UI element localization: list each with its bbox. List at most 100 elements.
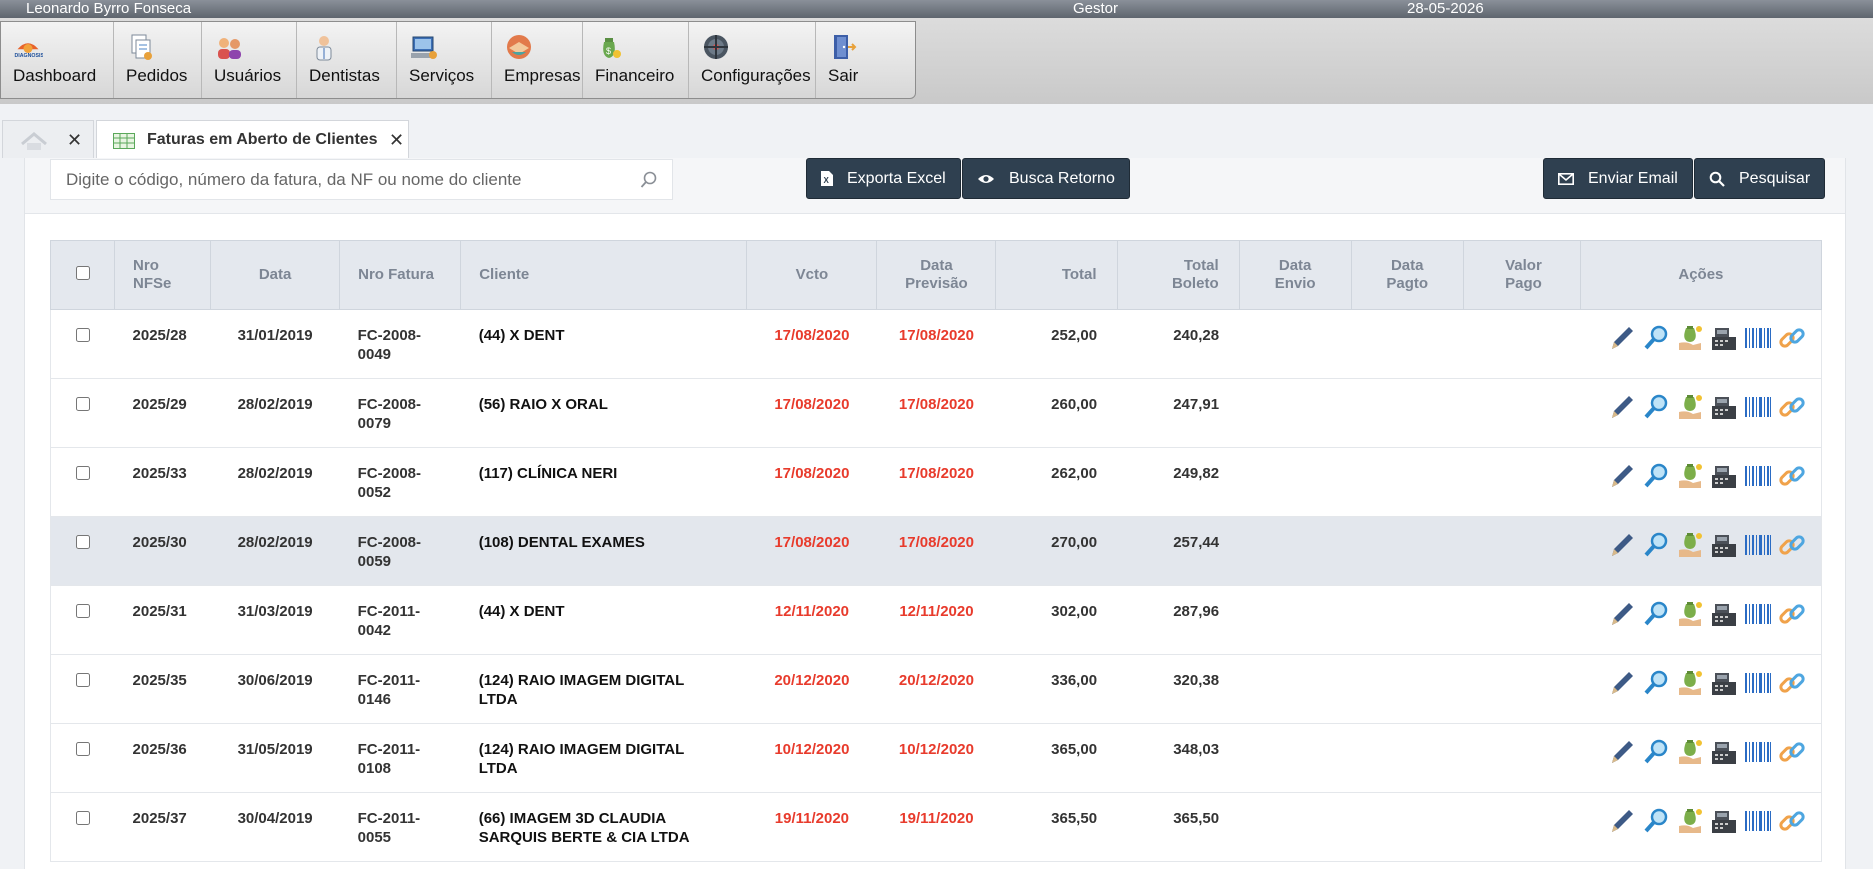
home-icon[interactable]: [19, 131, 49, 151]
row-checkbox[interactable]: [75, 742, 90, 756]
magnifier-icon[interactable]: [1641, 323, 1671, 353]
cash-register-icon[interactable]: [1709, 530, 1739, 560]
row-select-cell: [49, 585, 115, 655]
computer-icon: [411, 36, 437, 59]
tab-faturas-em-aberto[interactable]: Faturas em Aberto de Clientes ✕: [96, 120, 409, 158]
menu-item-financeiro[interactable]: $ Financeiro: [583, 22, 689, 98]
cash-register-icon[interactable]: [1709, 392, 1739, 422]
enviar-email-button[interactable]: Enviar Email: [1543, 158, 1693, 199]
table-row[interactable]: 2025/35 30/06/2019 FC-2011- 0146 (124) RAIO …: [49, 654, 1823, 724]
search-input[interactable]: [51, 160, 611, 199]
pencil-icon[interactable]: [1607, 323, 1637, 353]
row-checkbox[interactable]: [75, 535, 90, 549]
pencil-icon[interactable]: [1607, 461, 1637, 491]
money-bag-icon[interactable]: [1675, 323, 1705, 353]
tab-home[interactable]: ✕: [2, 120, 94, 158]
select-all-checkbox[interactable]: [75, 265, 90, 280]
money-bag-icon[interactable]: [1675, 806, 1705, 836]
link-icon[interactable]: [1777, 461, 1807, 491]
close-icon[interactable]: ✕: [67, 130, 82, 151]
menu-item-servicos[interactable]: Serviços: [397, 22, 492, 98]
barcode-icon[interactable]: [1743, 737, 1773, 767]
magnifier-icon[interactable]: [1641, 668, 1671, 698]
cash-register-icon[interactable]: [1709, 323, 1739, 353]
busca-retorno-button[interactable]: Busca Retorno: [962, 158, 1130, 199]
barcode-icon[interactable]: [1743, 668, 1773, 698]
money-bag-icon[interactable]: [1675, 530, 1705, 560]
cash-register-icon[interactable]: [1709, 668, 1739, 698]
link-icon[interactable]: [1777, 806, 1807, 836]
barcode-icon[interactable]: [1743, 806, 1773, 836]
header-vcto[interactable]: Vcto: [746, 240, 878, 310]
barcode-icon[interactable]: [1743, 461, 1773, 491]
magnifier-icon[interactable]: [1641, 599, 1671, 629]
money-bag-icon[interactable]: [1675, 599, 1705, 629]
header-boleto[interactable]: Total Boleto: [1117, 240, 1240, 310]
barcode-icon[interactable]: [1743, 323, 1773, 353]
menu-item-dentistas[interactable]: Dentistas: [297, 22, 397, 98]
cell-cliente: (117) CLÍNICA NERI: [460, 447, 747, 517]
table-row[interactable]: 2025/29 28/02/2019 FC-2008- 0079 (56) RAIO X…: [49, 378, 1823, 448]
menu-item-sair[interactable]: Sair: [816, 22, 875, 98]
row-checkbox[interactable]: [75, 466, 90, 480]
menu-item-dashboard[interactable]: DIAGNOSIS Dashboard: [1, 22, 114, 98]
row-checkbox[interactable]: [75, 673, 90, 687]
header-total[interactable]: Total: [995, 240, 1118, 310]
magnifier-icon[interactable]: [1641, 392, 1671, 422]
row-checkbox[interactable]: [75, 397, 90, 411]
barcode-icon[interactable]: [1743, 599, 1773, 629]
menu-label: Serviços: [409, 66, 475, 85]
menu-item-usuarios[interactable]: Usuários: [202, 22, 297, 98]
magnifier-icon[interactable]: [1641, 530, 1671, 560]
link-icon[interactable]: [1777, 668, 1807, 698]
menu-item-configuracoes[interactable]: Configurações: [689, 22, 816, 98]
header-valor-pago[interactable]: Valor Pago: [1463, 240, 1581, 310]
magnifier-icon[interactable]: [1641, 737, 1671, 767]
pencil-icon[interactable]: [1607, 599, 1637, 629]
money-bag-icon[interactable]: [1675, 392, 1705, 422]
pencil-icon[interactable]: [1607, 530, 1637, 560]
magnifier-icon[interactable]: [1641, 461, 1671, 491]
cash-register-icon[interactable]: [1709, 806, 1739, 836]
table-row[interactable]: 2025/33 28/02/2019 FC-2008- 0052 (117) CLÍNI…: [49, 447, 1823, 517]
menu-item-empresas[interactable]: Empresas: [492, 22, 583, 98]
magnifier-icon[interactable]: [1641, 806, 1671, 836]
link-icon[interactable]: [1777, 599, 1807, 629]
money-bag-icon[interactable]: [1675, 668, 1705, 698]
header-data[interactable]: Data: [210, 240, 341, 310]
pencil-icon[interactable]: [1607, 737, 1637, 767]
menu-item-pedidos[interactable]: Pedidos: [114, 22, 202, 98]
table-row[interactable]: 2025/31 31/03/2019 FC-2011- 0042 (44) X DENT…: [49, 585, 1823, 655]
link-icon[interactable]: [1777, 392, 1807, 422]
pencil-icon[interactable]: [1607, 806, 1637, 836]
header-nfse[interactable]: Nro NFSe: [114, 240, 212, 310]
barcode-icon[interactable]: [1743, 530, 1773, 560]
row-checkbox[interactable]: [75, 811, 90, 825]
money-bag-icon[interactable]: [1675, 737, 1705, 767]
row-checkbox[interactable]: [75, 604, 90, 618]
cash-register-icon[interactable]: [1709, 599, 1739, 629]
pencil-icon[interactable]: [1607, 392, 1637, 422]
cash-register-icon[interactable]: [1709, 737, 1739, 767]
barcode-icon[interactable]: [1743, 392, 1773, 422]
header-cliente[interactable]: Cliente: [460, 240, 748, 310]
header-previsao[interactable]: Data Previsão: [876, 240, 997, 310]
link-icon[interactable]: [1777, 737, 1807, 767]
table-row[interactable]: 2025/36 31/05/2019 FC-2011- 0108 (124) RAIO …: [49, 723, 1823, 793]
money-bag-icon[interactable]: [1675, 461, 1705, 491]
header-pagto[interactable]: Data Pagto: [1351, 240, 1464, 310]
cash-register-icon[interactable]: [1709, 461, 1739, 491]
header-envio[interactable]: Data Envio: [1239, 240, 1352, 310]
header-fatura[interactable]: Nro Fatura: [339, 240, 462, 310]
link-icon[interactable]: [1777, 530, 1807, 560]
table-row[interactable]: 2025/28 31/01/2019 FC-2008- 0049 (44) X DENT…: [49, 309, 1823, 379]
table-row[interactable]: 2025/37 30/04/2019 FC-2011- 0055 (66) IMAGEM…: [49, 792, 1823, 862]
pesquisar-button[interactable]: Pesquisar: [1694, 158, 1826, 199]
link-icon[interactable]: [1777, 323, 1807, 353]
search-icon[interactable]: [640, 171, 658, 189]
pencil-icon[interactable]: [1607, 668, 1637, 698]
close-icon[interactable]: ✕: [389, 130, 404, 151]
row-checkbox[interactable]: [75, 328, 90, 342]
table-row[interactable]: 2025/30 28/02/2019 FC-2008- 0059 (108) DENTA…: [49, 516, 1823, 586]
export-excel-button[interactable]: X Exporta Excel: [806, 158, 961, 199]
